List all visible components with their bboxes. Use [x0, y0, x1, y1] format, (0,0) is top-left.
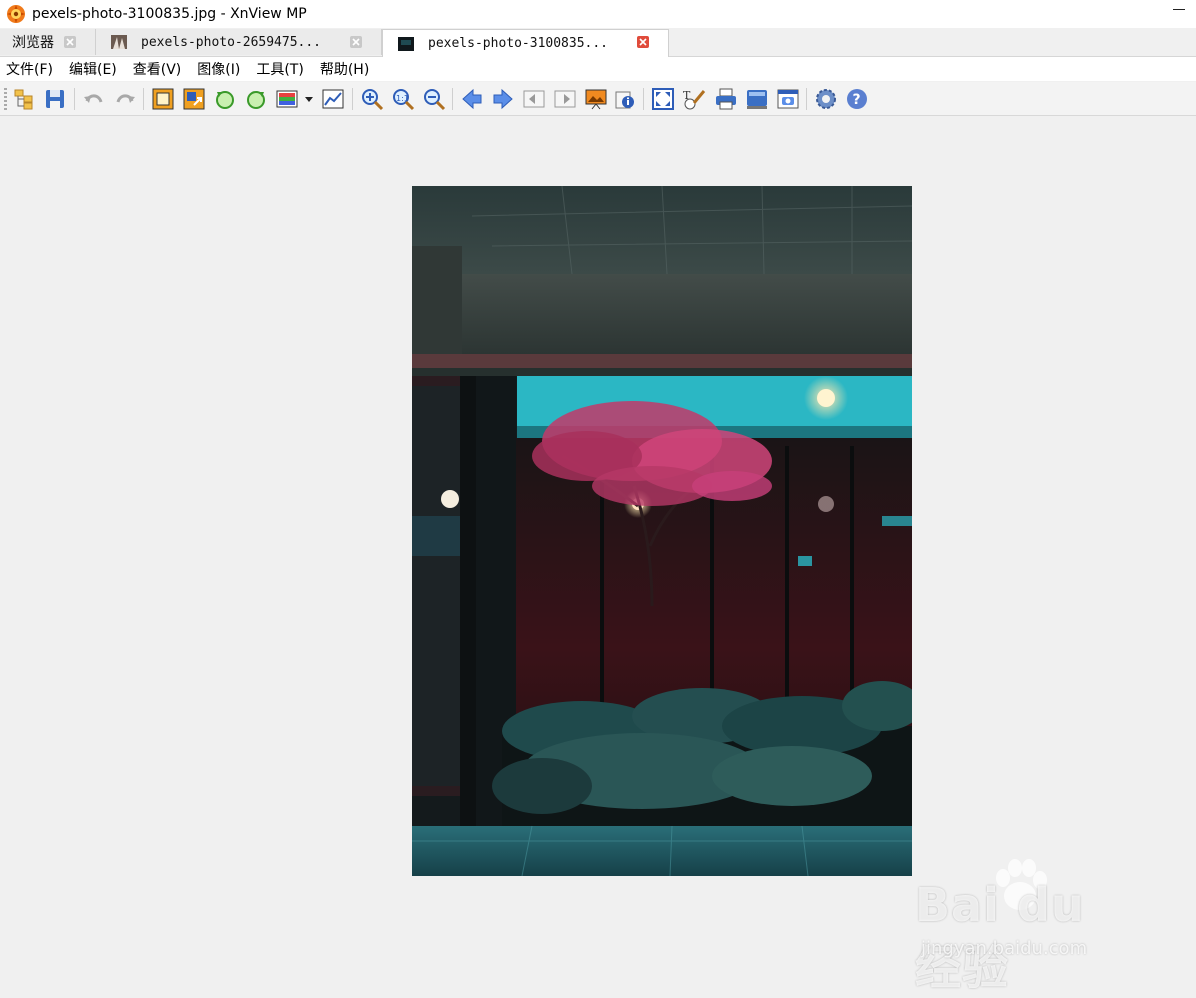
histogram-icon[interactable]: [321, 87, 345, 111]
resize-icon[interactable]: [182, 87, 206, 111]
menu-file[interactable]: 文件(F): [6, 59, 53, 79]
zoom-out-icon[interactable]: [422, 87, 446, 111]
watermark-url: jingyan.baidu.com: [921, 938, 1088, 959]
tab-browser[interactable]: 浏览器: [0, 29, 96, 55]
xnview-app-icon: [7, 5, 25, 23]
toolbar-grip[interactable]: [4, 88, 7, 110]
help-icon[interactable]: ?: [845, 87, 869, 111]
next-icon[interactable]: [491, 87, 515, 111]
svg-text:1:1: 1:1: [396, 94, 409, 103]
tab-label: pexels-photo-2659475...: [141, 34, 322, 50]
menu-edit[interactable]: 编辑(E): [69, 59, 117, 79]
image-thumbnail-icon: [111, 35, 127, 49]
image-thumbnail-icon: [398, 36, 414, 51]
dropdown-arrow-icon[interactable]: [302, 87, 316, 111]
info-icon[interactable]: [613, 87, 637, 111]
rotate-right-icon[interactable]: [244, 87, 268, 111]
last-icon[interactable]: [553, 87, 577, 111]
baidu-watermark: Bai du 经验 jingyan.baidu.com: [915, 858, 1145, 995]
zoom-actual-icon[interactable]: 1:1: [391, 87, 415, 111]
close-icon[interactable]: [350, 36, 362, 48]
toolbar: 1:1 T ?: [0, 82, 1196, 116]
tab-image-3100835[interactable]: pexels-photo-3100835...: [382, 29, 669, 57]
tab-bar: 浏览器 pexels-photo-2659475... pexels-photo…: [0, 29, 1196, 57]
undo-icon[interactable]: [82, 87, 106, 111]
first-icon[interactable]: [522, 87, 546, 111]
scanner-icon[interactable]: [745, 87, 769, 111]
tab-label: 浏览器: [12, 35, 54, 51]
tab-label: pexels-photo-3100835...: [428, 36, 609, 51]
menu-tools[interactable]: 工具(T): [256, 59, 303, 79]
minimize-button[interactable]: [1172, 2, 1186, 16]
menu-bar: 文件(F) 编辑(E) 查看(V) 图像(I) 工具(T) 帮助(H): [0, 57, 1196, 81]
window-title: pexels-photo-3100835.jpg - XnView MP: [32, 6, 307, 22]
slideshow-icon[interactable]: [584, 87, 608, 111]
capture-icon[interactable]: [776, 87, 800, 111]
zoom-in-icon[interactable]: [360, 87, 384, 111]
displayed-photo: [412, 186, 912, 876]
menu-help[interactable]: 帮助(H): [320, 59, 369, 79]
fit-window-icon[interactable]: [651, 87, 675, 111]
color-adjust-icon[interactable]: [275, 87, 299, 111]
print-icon[interactable]: [714, 87, 738, 111]
tab-image-2659475[interactable]: pexels-photo-2659475...: [96, 29, 382, 55]
previous-icon[interactable]: [460, 87, 484, 111]
image-viewer[interactable]: Bai du 经验 jingyan.baidu.com: [0, 116, 1196, 995]
close-icon[interactable]: [64, 36, 76, 48]
rotate-left-icon[interactable]: [213, 87, 237, 111]
title-bar: pexels-photo-3100835.jpg - XnView MP: [0, 0, 1196, 28]
close-icon[interactable]: [637, 36, 649, 48]
crop-icon[interactable]: [151, 87, 175, 111]
save-icon[interactable]: [43, 87, 67, 111]
menu-image[interactable]: 图像(I): [197, 59, 240, 79]
redo-icon[interactable]: [113, 87, 137, 111]
svg-text:?: ?: [853, 92, 861, 108]
settings-icon[interactable]: [814, 87, 838, 111]
edit-text-icon[interactable]: T: [682, 87, 706, 111]
open-browser-icon[interactable]: [12, 87, 36, 111]
menu-view[interactable]: 查看(V): [133, 59, 182, 79]
